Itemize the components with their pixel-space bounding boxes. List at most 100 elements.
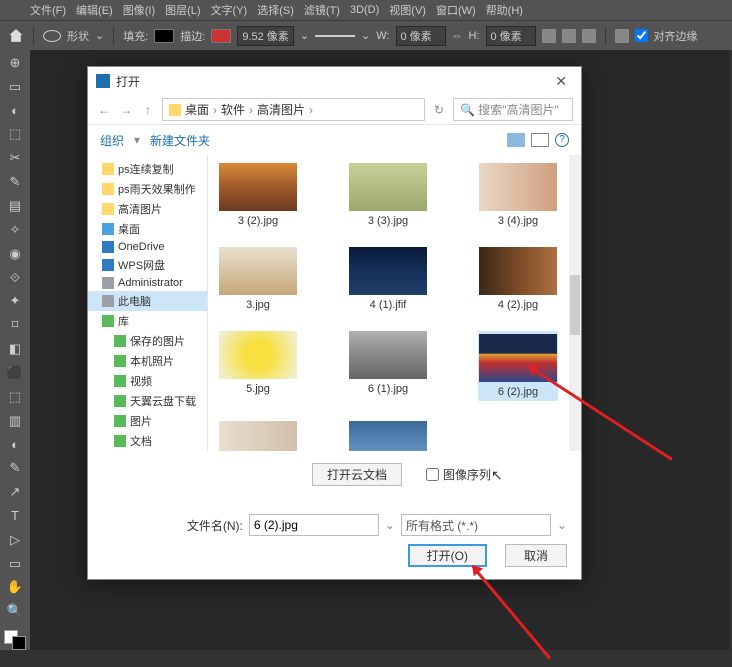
file-thumb[interactable]: 8.jpg xyxy=(348,421,428,451)
gear-icon[interactable] xyxy=(615,29,629,43)
preview-icon[interactable] xyxy=(531,133,549,147)
filetype-select[interactable] xyxy=(401,514,551,536)
menu-item[interactable]: 图层(L) xyxy=(165,2,200,18)
file-thumb[interactable]: 7.jpg xyxy=(218,421,298,451)
tool-button[interactable]: ▷ xyxy=(5,531,25,549)
file-thumb[interactable]: 3 (2).jpg xyxy=(218,163,298,227)
width-input[interactable]: 0 像素 xyxy=(396,26,446,46)
tool-button[interactable]: T xyxy=(5,507,25,525)
tool-button[interactable]: ▤ xyxy=(5,197,25,215)
file-thumb[interactable]: 4 (1).jfif xyxy=(348,247,428,311)
fill-swatch[interactable] xyxy=(154,29,174,43)
tree-node[interactable]: 高清图片 xyxy=(88,199,207,219)
tree-node[interactable]: 库 xyxy=(88,311,207,331)
tree-node[interactable]: 天翼云盘下载 xyxy=(88,391,207,411)
tool-button[interactable]: ✎ xyxy=(5,459,25,477)
stroke-size-input[interactable]: 9.52 像素 xyxy=(237,26,293,46)
up-icon[interactable]: ↑ xyxy=(140,102,156,118)
tool-button[interactable]: ⬚ xyxy=(5,388,25,406)
tree-node[interactable]: 此电脑 xyxy=(88,291,207,311)
menu-item[interactable]: 窗口(W) xyxy=(436,2,476,18)
search-input[interactable]: 🔍 搜索"高清图片" xyxy=(453,98,573,121)
menu-item[interactable]: 3D(D) xyxy=(350,4,379,16)
menu-item[interactable]: 图像(I) xyxy=(123,2,155,18)
tool-button[interactable]: ▭ xyxy=(5,555,25,573)
menu-item[interactable]: 编辑(E) xyxy=(76,2,113,18)
stroke-style-icon[interactable] xyxy=(315,35,355,37)
height-input[interactable]: 0 像素 xyxy=(486,26,536,46)
tool-button[interactable]: ✋ xyxy=(5,579,25,597)
tool-button[interactable]: ⌑ xyxy=(5,316,25,334)
file-thumb[interactable]: 6 (1).jpg xyxy=(348,331,428,401)
tree-node[interactable]: 桌面 xyxy=(88,219,207,239)
back-icon[interactable]: ← xyxy=(96,102,112,118)
tool-button[interactable]: ⬛ xyxy=(5,364,25,382)
align-edges-check[interactable] xyxy=(635,29,648,42)
tree-node[interactable]: 文档 xyxy=(88,431,207,451)
crumb-segment[interactable]: 高清图片 xyxy=(257,101,305,118)
tool-button[interactable]: ◉ xyxy=(5,245,25,263)
tree-node[interactable]: OneDrive xyxy=(88,239,207,255)
close-icon[interactable]: ✕ xyxy=(549,73,573,90)
tree-node[interactable]: ps连续复制 xyxy=(88,159,207,179)
cancel-button[interactable]: 取消 xyxy=(505,544,567,567)
tool-button[interactable]: ✧ xyxy=(5,221,25,239)
refresh-icon[interactable]: ↻ xyxy=(431,102,447,118)
color-swatches[interactable] xyxy=(4,630,26,650)
tree-node[interactable]: 视频 xyxy=(88,371,207,391)
forward-icon[interactable]: → xyxy=(118,102,134,118)
tool-button[interactable]: ◧ xyxy=(5,340,25,358)
tool-button[interactable]: ✂ xyxy=(5,149,25,167)
tree-label: 库 xyxy=(118,313,129,329)
file-thumb[interactable]: 4 (2).jpg xyxy=(478,247,558,311)
menu-item[interactable]: 帮助(H) xyxy=(486,2,523,18)
shape-dropdown[interactable]: 形状 xyxy=(67,28,89,44)
menu-item[interactable]: 文字(Y) xyxy=(211,2,248,18)
tool-button[interactable]: ⊕ xyxy=(5,54,25,72)
breadcrumb[interactable]: 桌面›软件›高清图片› xyxy=(162,98,425,121)
scrollbar[interactable] xyxy=(569,155,581,451)
link-icon[interactable]: ⇔ xyxy=(452,30,463,42)
open-cloud-button[interactable]: 打开云文档 xyxy=(312,463,402,486)
align-icon[interactable] xyxy=(562,29,576,43)
file-thumb[interactable]: 5.jpg xyxy=(218,331,298,401)
pathop-icon[interactable] xyxy=(542,29,556,43)
tree-label: 桌面 xyxy=(118,221,140,237)
tool-button[interactable]: ⬚ xyxy=(5,126,25,144)
crumb-segment[interactable]: 软件 xyxy=(221,101,245,118)
tool-button[interactable]: 🔍 xyxy=(5,602,25,620)
tree-node[interactable]: 图片 xyxy=(88,411,207,431)
tool-button[interactable]: ⟐ xyxy=(5,269,25,287)
file-thumb[interactable]: 3 (3).jpg xyxy=(348,163,428,227)
tree-node[interactable]: WPS网盘 xyxy=(88,255,207,275)
menu-item[interactable]: 选择(S) xyxy=(257,2,294,18)
menu-item[interactable]: 视图(V) xyxy=(389,2,426,18)
tool-button[interactable]: ✦ xyxy=(5,292,25,310)
shape-ellipse-icon[interactable] xyxy=(43,30,61,42)
image-sequence-check[interactable] xyxy=(426,468,439,481)
filename-input[interactable] xyxy=(249,514,379,536)
stroke-swatch[interactable] xyxy=(211,29,231,43)
help-icon[interactable]: ? xyxy=(555,133,569,147)
tool-button[interactable]: ◐ xyxy=(5,102,25,120)
new-folder-button[interactable]: 新建文件夹 xyxy=(150,132,210,149)
organize-menu[interactable]: 组织 xyxy=(100,132,124,149)
tree-node[interactable]: ps雨天效果制作 xyxy=(88,179,207,199)
tool-button[interactable]: ↗ xyxy=(5,483,25,501)
tool-button[interactable]: ✎ xyxy=(5,173,25,191)
file-thumb[interactable]: 6 (2).jpg xyxy=(478,331,558,401)
tree-node[interactable]: 保存的图片 xyxy=(88,331,207,351)
tool-button[interactable]: ▭ xyxy=(5,78,25,96)
arrange-icon[interactable] xyxy=(582,29,596,43)
file-thumb[interactable]: 3 (4).jpg xyxy=(478,163,558,227)
menu-item[interactable]: 文件(F) xyxy=(30,2,66,18)
tree-node[interactable]: 本机照片 xyxy=(88,351,207,371)
tool-button[interactable]: ▥ xyxy=(5,412,25,430)
file-thumb[interactable]: 3.jpg xyxy=(218,247,298,311)
view-icon[interactable] xyxy=(507,133,525,147)
menu-item[interactable]: 滤镜(T) xyxy=(304,2,340,18)
crumb-segment[interactable]: 桌面 xyxy=(185,101,209,118)
home-icon[interactable] xyxy=(8,28,24,44)
tool-button[interactable]: ◐ xyxy=(5,436,25,454)
tree-node[interactable]: Administrator xyxy=(88,275,207,291)
